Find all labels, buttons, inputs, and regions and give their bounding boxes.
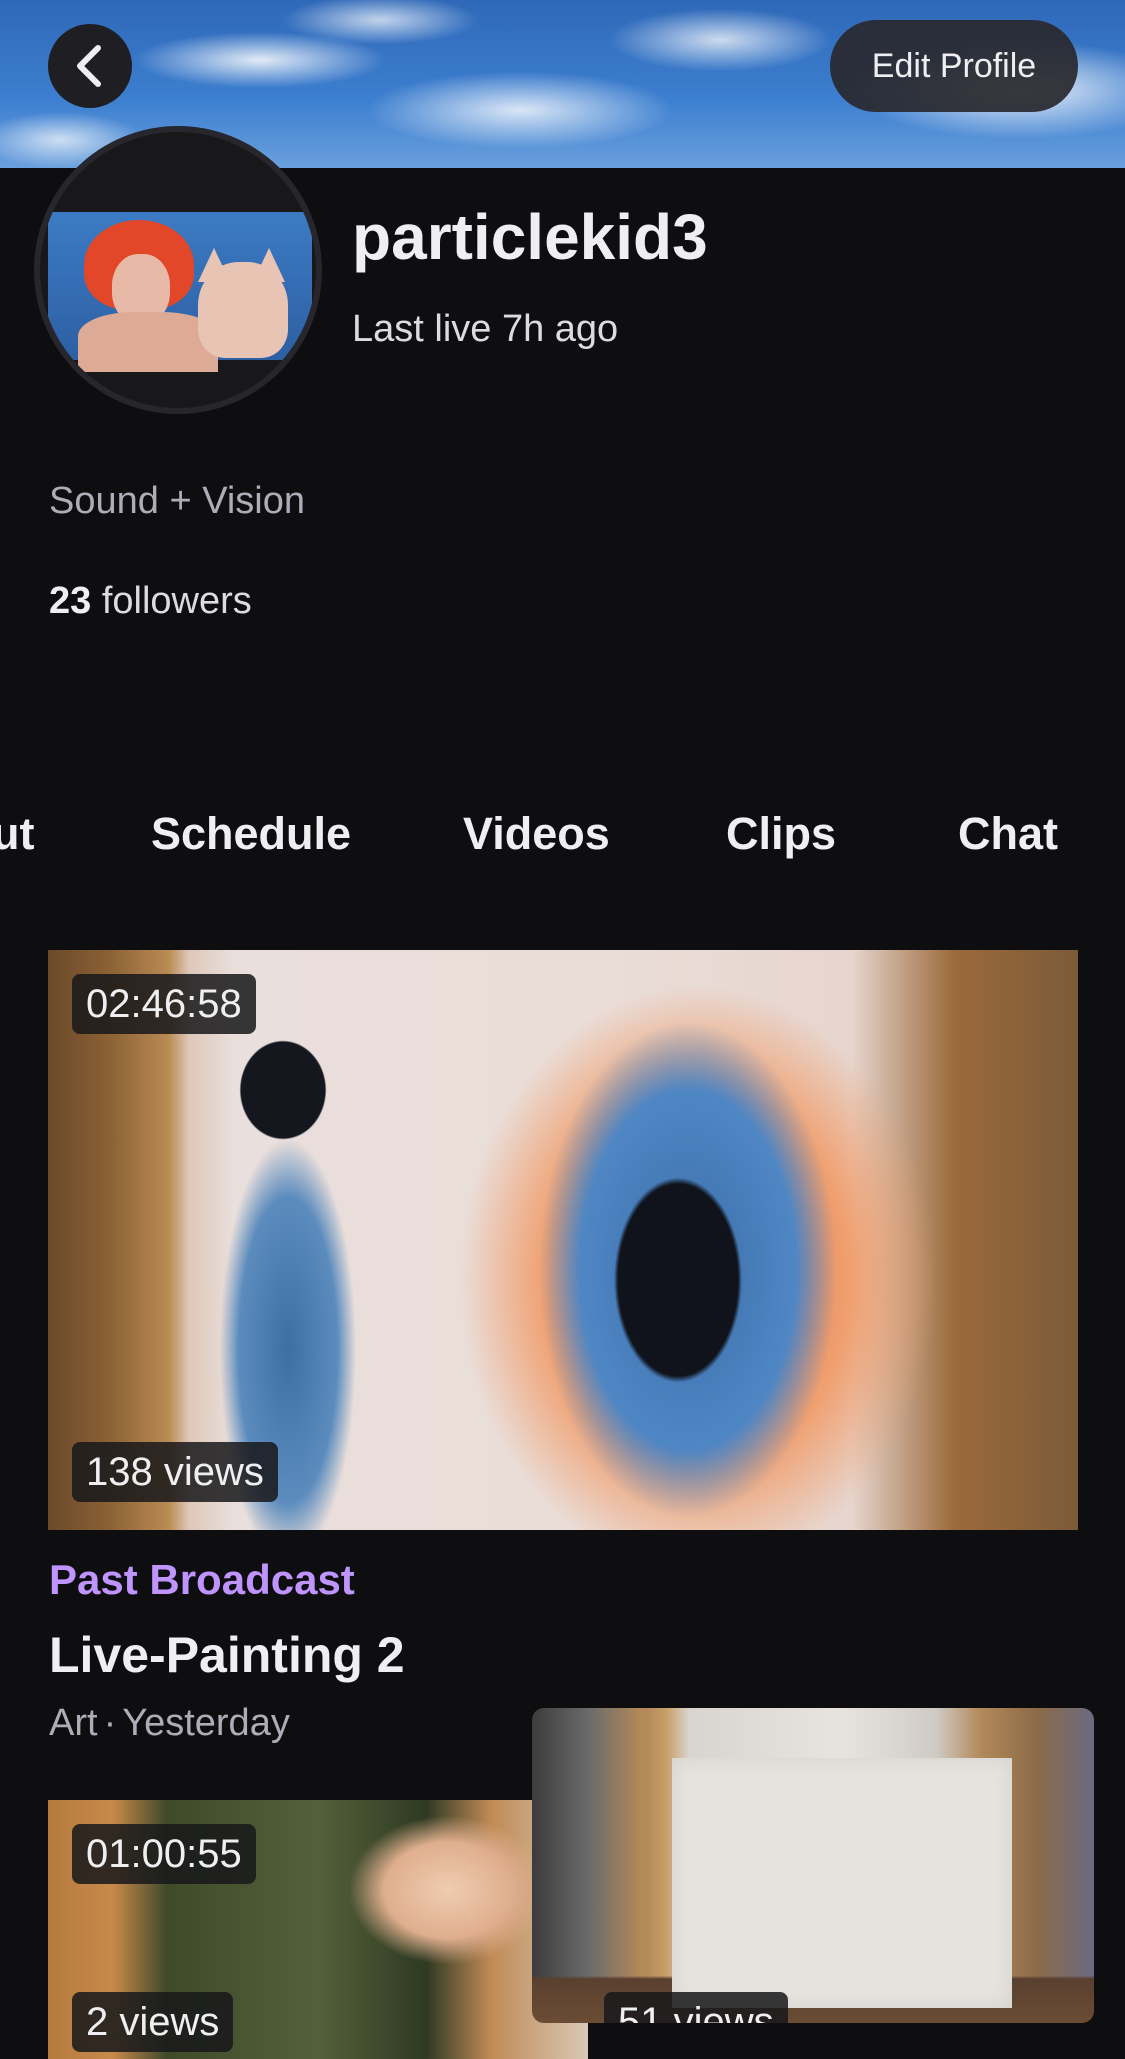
last-live-status: Last live 7h ago — [352, 308, 619, 350]
views-badge: 2 views — [72, 1992, 234, 2052]
tab-chat[interactable]: Chat — [958, 808, 1058, 860]
tab-about[interactable]: ut — [0, 808, 34, 860]
blank-canvas-image — [672, 1758, 1012, 2008]
followers-number: 23 — [49, 580, 92, 622]
floating-video-preview[interactable]: 51 views — [532, 1708, 1094, 2023]
channel-bio: Sound + Vision — [49, 480, 305, 522]
followers-label: followers — [101, 580, 252, 622]
tab-schedule[interactable]: Schedule — [151, 808, 351, 860]
channel-tabs: ut Schedule Videos Clips Chat — [0, 808, 1125, 868]
avatar[interactable] — [34, 126, 322, 414]
video-thumbnail[interactable]: 01:00:55 2 views — [48, 1800, 588, 2059]
duration-badge: 01:00:55 — [72, 1824, 256, 1884]
views-badge: 51 views — [604, 1992, 788, 2023]
views-badge: 138 views — [72, 1442, 278, 1502]
chevron-left-icon — [77, 45, 101, 87]
duration-badge: 02:46:58 — [72, 974, 256, 1034]
meta-separator: · — [103, 1702, 117, 1744]
video-category[interactable]: Art — [49, 1702, 98, 1744]
avatar-image — [48, 212, 312, 372]
tab-clips[interactable]: Clips — [726, 808, 836, 860]
video-date: Yesterday — [122, 1702, 290, 1744]
channel-username: particlekid3 — [352, 201, 708, 273]
video-meta: Art · Yesterday — [49, 1702, 290, 1745]
tab-videos[interactable]: Videos — [463, 808, 610, 860]
back-button[interactable] — [48, 24, 132, 108]
edit-profile-button[interactable]: Edit Profile — [830, 20, 1078, 112]
channel-profile-page: Edit Profile particlekid3 Last live 7h a… — [0, 0, 1125, 2059]
video-type-label: Past Broadcast — [49, 1556, 355, 1603]
followers-count[interactable]: 23 followers — [49, 580, 252, 623]
video-thumbnail[interactable]: 02:46:58 138 views — [48, 950, 1078, 1530]
video-title[interactable]: Live-Painting 2 — [49, 1626, 405, 1684]
